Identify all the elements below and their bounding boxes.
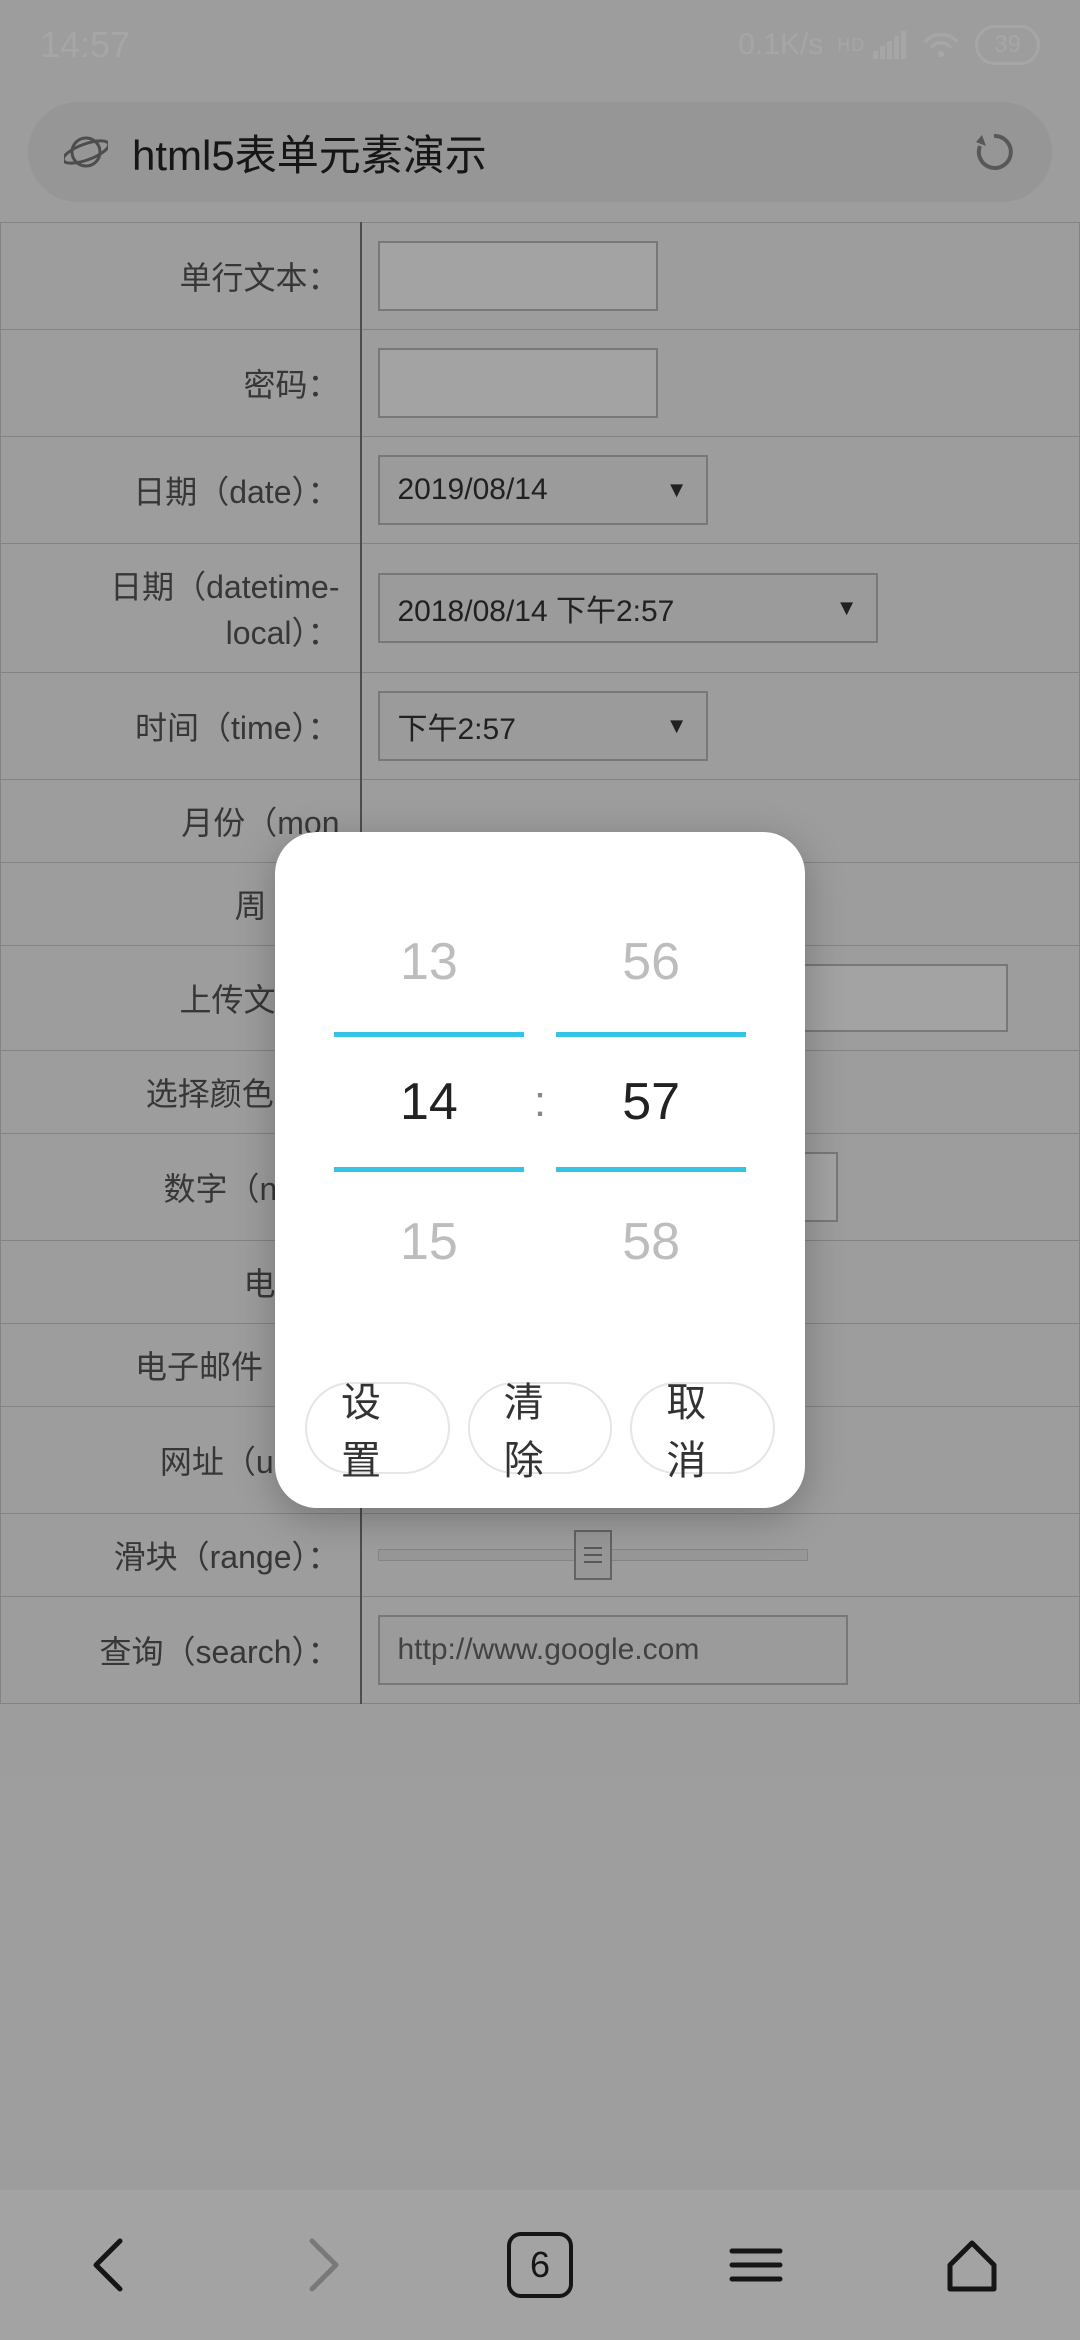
select-value: 2018/08/14 下午2:57 [398,586,675,630]
hour-prev: 13 [334,892,524,1032]
status-net-speed: 0.1K/s [738,28,823,62]
hour-selected: 14 [334,1032,524,1172]
tab-count: 6 [507,2232,573,2298]
hour-picker[interactable]: 13 14 15 [334,892,524,1312]
bottom-nav: 6 [0,2190,1080,2340]
chevron-down-icon: ▼ [836,595,858,621]
hour-next: 15 [334,1172,524,1312]
clear-button[interactable]: 清除 [468,1382,613,1474]
select-value: 2019/08/14 [398,473,548,507]
set-button[interactable]: 设置 [305,1382,450,1474]
form-label: 单行文本： [1,223,361,330]
form-row: 滑块（range）： [1,1514,1080,1597]
text-input[interactable] [378,348,658,418]
select-input[interactable]: 下午2:57 ▼ [378,691,708,761]
back-button[interactable] [63,2220,153,2310]
form-label: 日期（date）： [1,437,361,544]
battery-level: 39 [994,31,1021,59]
form-label: 时间（time）： [1,673,361,780]
page-title: html5表单元素演示 [132,122,948,183]
minute-prev: 56 [556,892,746,1032]
wifi-icon [921,30,961,60]
time-colon: : [534,1077,546,1127]
form-row: 日期（datetime-local）： 2018/08/14 下午2:57 ▼ [1,544,1080,673]
form-row: 单行文本： [1,223,1080,330]
signal-icon [873,31,907,59]
chevron-down-icon: ▼ [666,477,688,503]
status-hd-label: HD [837,35,865,56]
form-label: 日期（datetime-local）： [1,544,361,673]
status-bar: 14:57 0.1K/s HD 39 [0,0,1080,90]
chevron-down-icon: ▼ [666,713,688,739]
form-row: 时间（time）： 下午2:57 ▼ [1,673,1080,780]
form-cell: http://www.google.com [361,1597,1080,1704]
minute-selected: 57 [556,1032,746,1172]
forward-button[interactable] [279,2220,369,2310]
form-row: 日期（date）： 2019/08/14 ▼ [1,437,1080,544]
minute-next: 58 [556,1172,746,1312]
range-slider[interactable] [378,1535,808,1575]
form-cell: 下午2:57 ▼ [361,673,1080,780]
form-cell: 2018/08/14 下午2:57 ▼ [361,544,1080,673]
menu-button[interactable] [711,2220,801,2310]
form-label: 滑块（range）： [1,1514,361,1597]
status-time: 14:57 [40,24,130,66]
text-input[interactable] [378,241,658,311]
minute-picker[interactable]: 56 57 58 [556,892,746,1312]
tabs-button[interactable]: 6 [495,2220,585,2310]
form-label: 查询（search）： [1,1597,361,1704]
cancel-button[interactable]: 取消 [630,1382,775,1474]
form-cell: 2019/08/14 ▼ [361,437,1080,544]
form-cell [361,223,1080,330]
reload-icon[interactable] [972,130,1016,174]
select-input[interactable]: 2019/08/14 ▼ [378,455,708,525]
select-input[interactable]: 2018/08/14 下午2:57 ▼ [378,573,878,643]
time-picker-dialog: 13 14 15 : 56 57 58 设置 清除 取消 [275,832,805,1508]
home-button[interactable] [927,2220,1017,2310]
search-input[interactable]: http://www.google.com [378,1615,848,1685]
battery-indicator: 39 [975,25,1040,65]
form-row: 密码： [1,330,1080,437]
select-value: 下午2:57 [398,704,516,748]
form-label: 密码： [1,330,361,437]
url-bar[interactable]: html5表单元素演示 [28,102,1052,202]
form-row: 查询（search）： http://www.google.com [1,1597,1080,1704]
form-cell [361,1514,1080,1597]
form-cell [361,330,1080,437]
site-icon [64,130,108,174]
search-value: http://www.google.com [398,1633,700,1667]
